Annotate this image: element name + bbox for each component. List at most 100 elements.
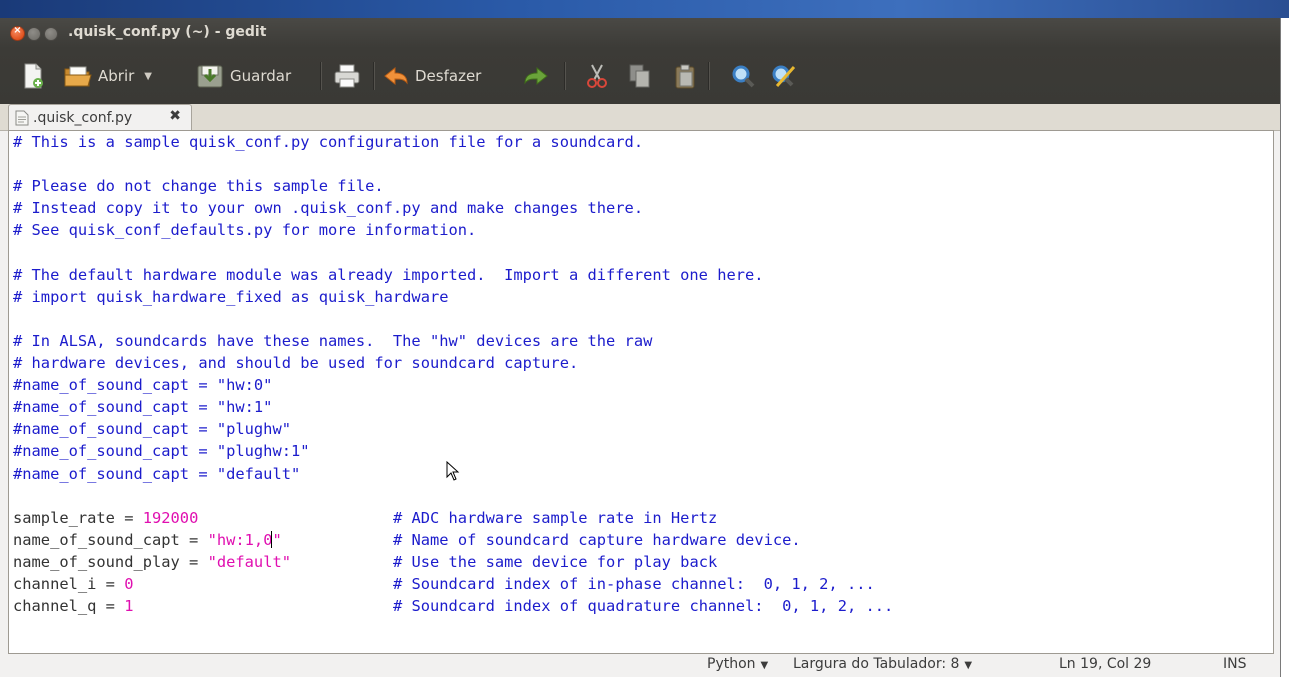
title-bar[interactable]: × .quisk_conf.py (~) - gedit — [0, 18, 1280, 48]
code-token-comment: # Please do not change this sample file. — [13, 177, 384, 196]
save-button[interactable]: Guardar — [196, 48, 291, 104]
code-token-comment: # hardware devices, and should be used f… — [13, 354, 579, 372]
redo-button[interactable] — [523, 48, 549, 104]
code-token-comment: # ADC hardware sample rate in Hertz — [392, 508, 718, 527]
new-document-button[interactable] — [22, 48, 44, 104]
undo-button[interactable]: Desfazer — [383, 48, 481, 104]
find-button[interactable] — [731, 48, 755, 104]
code-token-str: " — [272, 530, 282, 549]
maximize-window-button[interactable] — [44, 27, 58, 41]
undo-label: Desfazer — [415, 67, 482, 85]
code-token-comment: #name_of_sound_capt = "hw:1" — [13, 398, 273, 417]
code-token-str: "default" — [207, 552, 291, 571]
desktop-background — [0, 0, 1289, 18]
open-dropdown-arrow-icon[interactable]: ▼ — [144, 71, 152, 82]
close-icon: × — [13, 25, 22, 36]
code-token-comment: # Soundcard index of in-phase channel: 0… — [392, 575, 875, 593]
tab-label: .quisk_conf.py — [33, 109, 133, 126]
code-token-str: "hw:1,0 — [207, 530, 273, 549]
code-line: # hardware devices, and should be used f… — [13, 352, 578, 374]
paste-button[interactable] — [673, 48, 697, 104]
print-icon — [334, 64, 360, 88]
window-title: .quisk_conf.py (~) - gedit — [68, 24, 267, 40]
text-editor[interactable]: # This is a sample quisk_conf.py configu… — [8, 130, 1274, 654]
code-token-comment: #name_of_sound_capt = "hw:0" — [13, 376, 273, 395]
minimize-window-button[interactable] — [27, 27, 41, 41]
mouse-pointer-icon — [446, 461, 460, 481]
code-line: # The default hardware module was alread… — [13, 264, 764, 286]
tab-quisk-conf[interactable]: .quisk_conf.py ✖ — [8, 104, 192, 130]
insert-mode-indicator: INS — [1223, 656, 1247, 672]
copy-button[interactable] — [628, 48, 652, 104]
find-replace-button[interactable] — [771, 48, 797, 104]
code-token-comment: # This is a sample quisk_conf.py configu… — [13, 133, 644, 151]
code-line: # This is a sample quisk_conf.py configu… — [13, 131, 643, 153]
close-tab-icon[interactable]: ✖ — [169, 108, 181, 124]
code-line: name_of_sound_capt = "hw:1,0" # Name of … — [13, 529, 801, 551]
code-line: name_of_sound_play = "default" # Use the… — [13, 551, 717, 573]
code-line: #name_of_sound_capt = "plughw:1" — [13, 440, 310, 462]
toolbar-separator — [708, 62, 709, 90]
code-line: channel_i = 0 # Soundcard index of in-ph… — [13, 573, 875, 595]
new-document-icon — [24, 63, 43, 89]
toolbar-separator — [373, 62, 374, 90]
tab-width-label: Largura do Tabulador: 8 — [793, 656, 960, 672]
code-line: # In ALSA, soundcards have these names. … — [13, 330, 652, 352]
gedit-window: × .quisk_conf.py (~) - gedit Abrir ▼ Gua… — [0, 18, 1281, 677]
code-token-comment: #name_of_sound_capt = "plughw" — [13, 420, 291, 439]
chevron-down-icon: ▼ — [760, 660, 769, 671]
undo-icon — [384, 66, 408, 86]
code-token-comment: # Use the same device for play back — [392, 552, 718, 571]
cut-icon — [587, 64, 607, 88]
toolbar-separator — [320, 62, 321, 90]
code-token-comment: # Name of soundcard capture hardware dev… — [392, 530, 801, 549]
document-tab-bar: .quisk_conf.py ✖ — [0, 104, 1280, 131]
code-token-text: name_of_sound_play = — [13, 552, 208, 571]
save-icon — [197, 65, 223, 88]
cursor-position: Ln 19, Col 29 — [1059, 656, 1152, 672]
language-label: Python — [707, 656, 756, 672]
open-label: Abrir — [98, 67, 135, 85]
copy-icon — [629, 64, 650, 88]
code-line: # import quisk_hardware_fixed as quisk_h… — [13, 286, 449, 308]
paste-icon — [675, 64, 695, 89]
code-line: #name_of_sound_capt = "plughw" — [13, 418, 291, 440]
code-token-num: 192000 — [142, 508, 199, 527]
code-token-comment: # The default hardware module was alread… — [13, 265, 764, 284]
toolbar: Abrir ▼ Guardar Desfazer — [0, 48, 1280, 104]
find-icon — [732, 65, 755, 88]
open-folder-icon — [64, 66, 92, 87]
code-line: channel_q = 1 # Soundcard index of quadr… — [13, 595, 893, 617]
code-line: # See quisk_conf_defaults.py for more in… — [13, 219, 476, 241]
chevron-down-icon: ▼ — [964, 660, 973, 671]
redo-icon — [524, 66, 548, 86]
code-token-text: name_of_sound_capt = — [13, 530, 208, 549]
code-token-comment: #name_of_sound_capt = "plughw:1" — [13, 442, 310, 461]
code-line: sample_rate = 192000 # ADC hardware samp… — [13, 507, 717, 529]
code-line: # Please do not change this sample file. — [13, 175, 384, 197]
cut-button[interactable] — [586, 48, 608, 104]
print-button[interactable] — [333, 48, 361, 104]
code-token-comment: # Instead copy it to your own .quisk_con… — [13, 199, 644, 218]
close-window-button[interactable]: × — [10, 25, 25, 41]
language-selector[interactable]: Python ▼ — [707, 656, 768, 672]
code-line: #name_of_sound_capt = "default" — [13, 463, 300, 485]
code-token-comment: #name_of_sound_capt = "default" — [13, 464, 301, 483]
tab-width-selector[interactable]: Largura do Tabulador: 8 ▼ — [793, 656, 972, 672]
code-token-text: channel_q = — [13, 597, 125, 616]
code-token-comment: # In ALSA, soundcards have these names. … — [13, 331, 653, 350]
code-line: #name_of_sound_capt = "hw:0" — [13, 374, 272, 396]
save-label: Guardar — [230, 67, 292, 85]
toolbar-separator — [564, 62, 565, 90]
code-token-comment: # import quisk_hardware_fixed as quisk_h… — [13, 287, 449, 306]
code-token-comment: # Soundcard index of quadrature channel:… — [392, 597, 894, 616]
status-bar: Python ▼ Largura do Tabulador: 8 ▼ Ln 19, … — [0, 654, 1280, 677]
open-button[interactable]: Abrir ▼ — [64, 48, 152, 104]
code-token-comment: # See quisk_conf_defaults.py for more in… — [13, 221, 477, 240]
find-replace-icon — [772, 65, 796, 88]
